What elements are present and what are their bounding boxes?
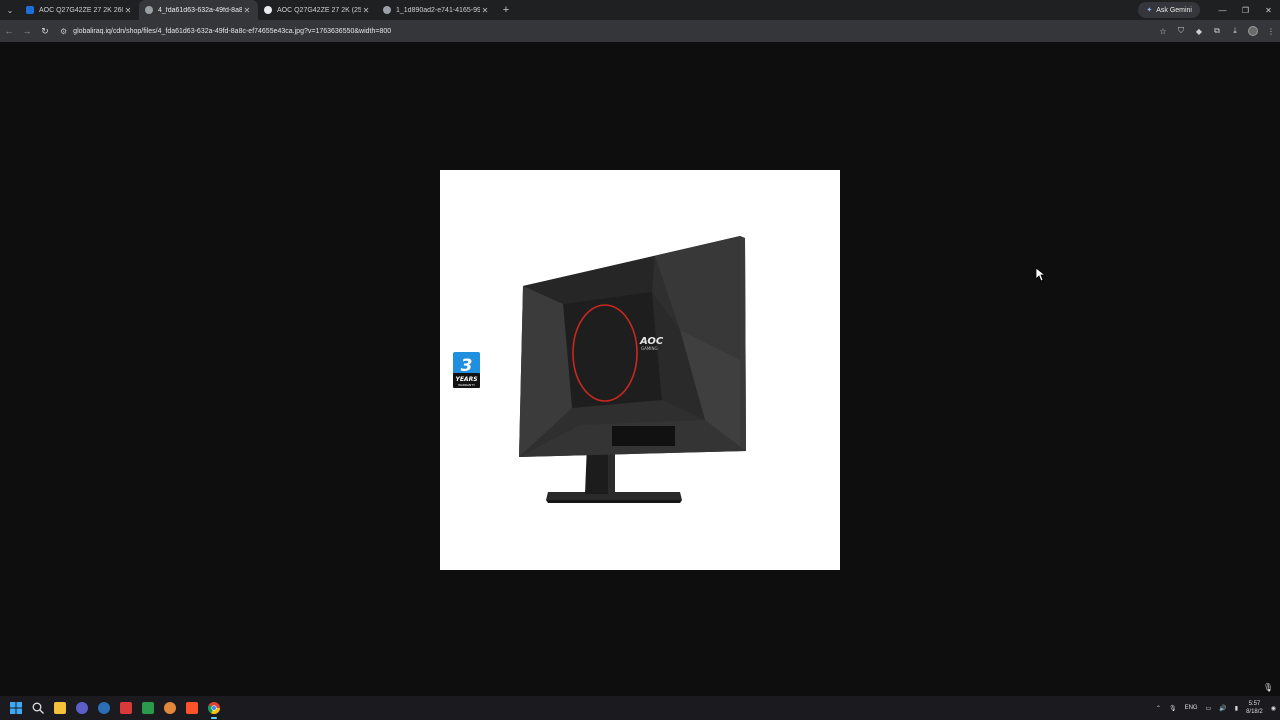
extension-icon-2[interactable]: ◆ xyxy=(1190,20,1208,42)
ask-gemini-button[interactable]: ✦ Ask Gemini xyxy=(1138,2,1200,18)
downloads-icon[interactable]: ⤓ xyxy=(1226,20,1244,42)
close-icon[interactable]: ✕ xyxy=(242,6,252,15)
battery-icon[interactable]: ▮ xyxy=(1231,696,1242,720)
minimize-icon[interactable]: — xyxy=(1211,0,1234,20)
extensions-puzzle-icon[interactable]: ⧉ xyxy=(1208,20,1226,42)
back-icon[interactable]: ← xyxy=(0,20,18,42)
system-tray: ⌃ 🎙 ENG ▭ 🔊 ▮ 5:57 8/18/2 ◉ xyxy=(1152,696,1280,720)
ask-gemini-label: Ask Gemini xyxy=(1156,6,1192,14)
close-window-icon[interactable]: ✕ xyxy=(1257,0,1280,20)
language-indicator[interactable]: ENG xyxy=(1181,696,1202,720)
teams-icon[interactable] xyxy=(71,696,93,720)
tab-title: 4_fda61d63-632a-49fd-8a8c-ef xyxy=(158,6,242,14)
tab-title: AOC Q27G42ZE 27 2K 260Hz IPS xyxy=(39,6,123,14)
reload-icon[interactable]: ↻ xyxy=(36,20,54,42)
tab-favicon-icon xyxy=(264,6,272,14)
red-app-icon[interactable] xyxy=(115,696,137,720)
notification-icon[interactable]: ◉ xyxy=(1267,696,1280,720)
close-icon[interactable]: ✕ xyxy=(480,6,490,15)
warranty-badge: 3 YEARS WARRANTY xyxy=(453,352,480,388)
address-bar[interactable]: ⚙ globaliraq.iq/cdn/shop/files/4_fda61d6… xyxy=(54,20,1154,42)
forward-icon[interactable]: → xyxy=(18,20,36,42)
brave-icon[interactable] xyxy=(181,696,203,720)
sheets-icon[interactable] xyxy=(137,696,159,720)
tab-title: 1_1d890ad2-e741-4165-9942- xyxy=(396,6,480,14)
microphone-tray-icon[interactable]: 🎙 xyxy=(1165,696,1181,720)
tab-favicon-icon xyxy=(383,6,391,14)
url-text: globaliraq.iq/cdn/shop/files/4_fda61d63-… xyxy=(73,27,392,35)
network-icon[interactable]: ▭ xyxy=(1202,696,1216,720)
chrome-icon[interactable] xyxy=(203,696,225,720)
menu-icon[interactable]: ⋮ xyxy=(1262,20,1280,42)
start-icon[interactable] xyxy=(5,696,27,720)
browser-toolbar: ← → ↻ ⚙ globaliraq.iq/cdn/shop/files/4_f… xyxy=(0,20,1280,42)
tab-favicon-icon xyxy=(26,6,34,14)
site-info-icon[interactable]: ⚙ xyxy=(60,27,67,36)
clock[interactable]: 5:57 8/18/2 xyxy=(1242,696,1267,720)
show-hidden-icons[interactable]: ⌃ xyxy=(1152,696,1165,720)
restore-icon[interactable]: ❐ xyxy=(1234,0,1257,20)
tab-favicon-icon xyxy=(145,6,153,14)
extension-shield-icon[interactable]: ⛉ xyxy=(1172,20,1190,42)
mouse-cursor-icon xyxy=(1036,268,1046,282)
monitor-illustration: 3 YEARS WARRANTY AOC GAMING xyxy=(453,236,746,503)
image-viewer: 3 YEARS WARRANTY AOC GAMING xyxy=(0,42,1280,696)
brand-sub: GAMING xyxy=(641,346,658,351)
tab-3[interactable]: 1_1d890ad2-e741-4165-9942- ✕ xyxy=(377,0,496,20)
toolbar-icons: ☆ ⛉ ◆ ⧉ ⤓ ⋮ xyxy=(1154,20,1280,42)
warranty-number: 3 xyxy=(461,356,473,376)
warranty-word: WARRANTY xyxy=(458,383,475,387)
tab-strip: ⌄ AOC Q27G42ZE 27 2K 260Hz IPS ✕ 4_fda61… xyxy=(0,0,1280,20)
tab-title: AOC Q27G42ZE 27 2K (2560x14 xyxy=(277,6,361,14)
file-explorer-icon[interactable] xyxy=(49,696,71,720)
windows-taskbar: ⌃ 🎙 ENG ▭ 🔊 ▮ 5:57 8/18/2 ◉ xyxy=(0,696,1280,720)
orange-app-icon[interactable] xyxy=(159,696,181,720)
new-tab-button[interactable]: + xyxy=(496,4,516,16)
bookmark-star-icon[interactable]: ☆ xyxy=(1154,20,1172,42)
warranty-years: YEARS xyxy=(455,376,477,383)
gemini-sparkle-icon: ✦ xyxy=(1146,7,1153,14)
clock-date: 8/18/2 xyxy=(1246,709,1263,715)
window-controls: — ❐ ✕ xyxy=(1211,0,1280,20)
search-icon[interactable] xyxy=(27,696,49,720)
volume-icon[interactable]: 🔊 xyxy=(1215,696,1230,720)
tab-1[interactable]: 4_fda61d63-632a-49fd-8a8c-ef ✕ xyxy=(139,0,258,20)
microphone-icon[interactable]: 🎙 xyxy=(1263,683,1273,695)
steam-icon[interactable] xyxy=(93,696,115,720)
monitor-back: AOC GAMING xyxy=(519,236,746,457)
tab-search-icon[interactable]: ⌄ xyxy=(0,0,20,20)
close-icon[interactable]: ✕ xyxy=(123,6,133,15)
clock-time: 5:57 xyxy=(1248,701,1261,707)
profile-avatar[interactable] xyxy=(1244,20,1262,42)
product-image[interactable]: 3 YEARS WARRANTY AOC GAMING xyxy=(440,170,840,570)
close-icon[interactable]: ✕ xyxy=(361,6,371,15)
tab-0[interactable]: AOC Q27G42ZE 27 2K 260Hz IPS ✕ xyxy=(20,0,139,20)
tab-2[interactable]: AOC Q27G42ZE 27 2K (2560x14 ✕ xyxy=(258,0,377,20)
